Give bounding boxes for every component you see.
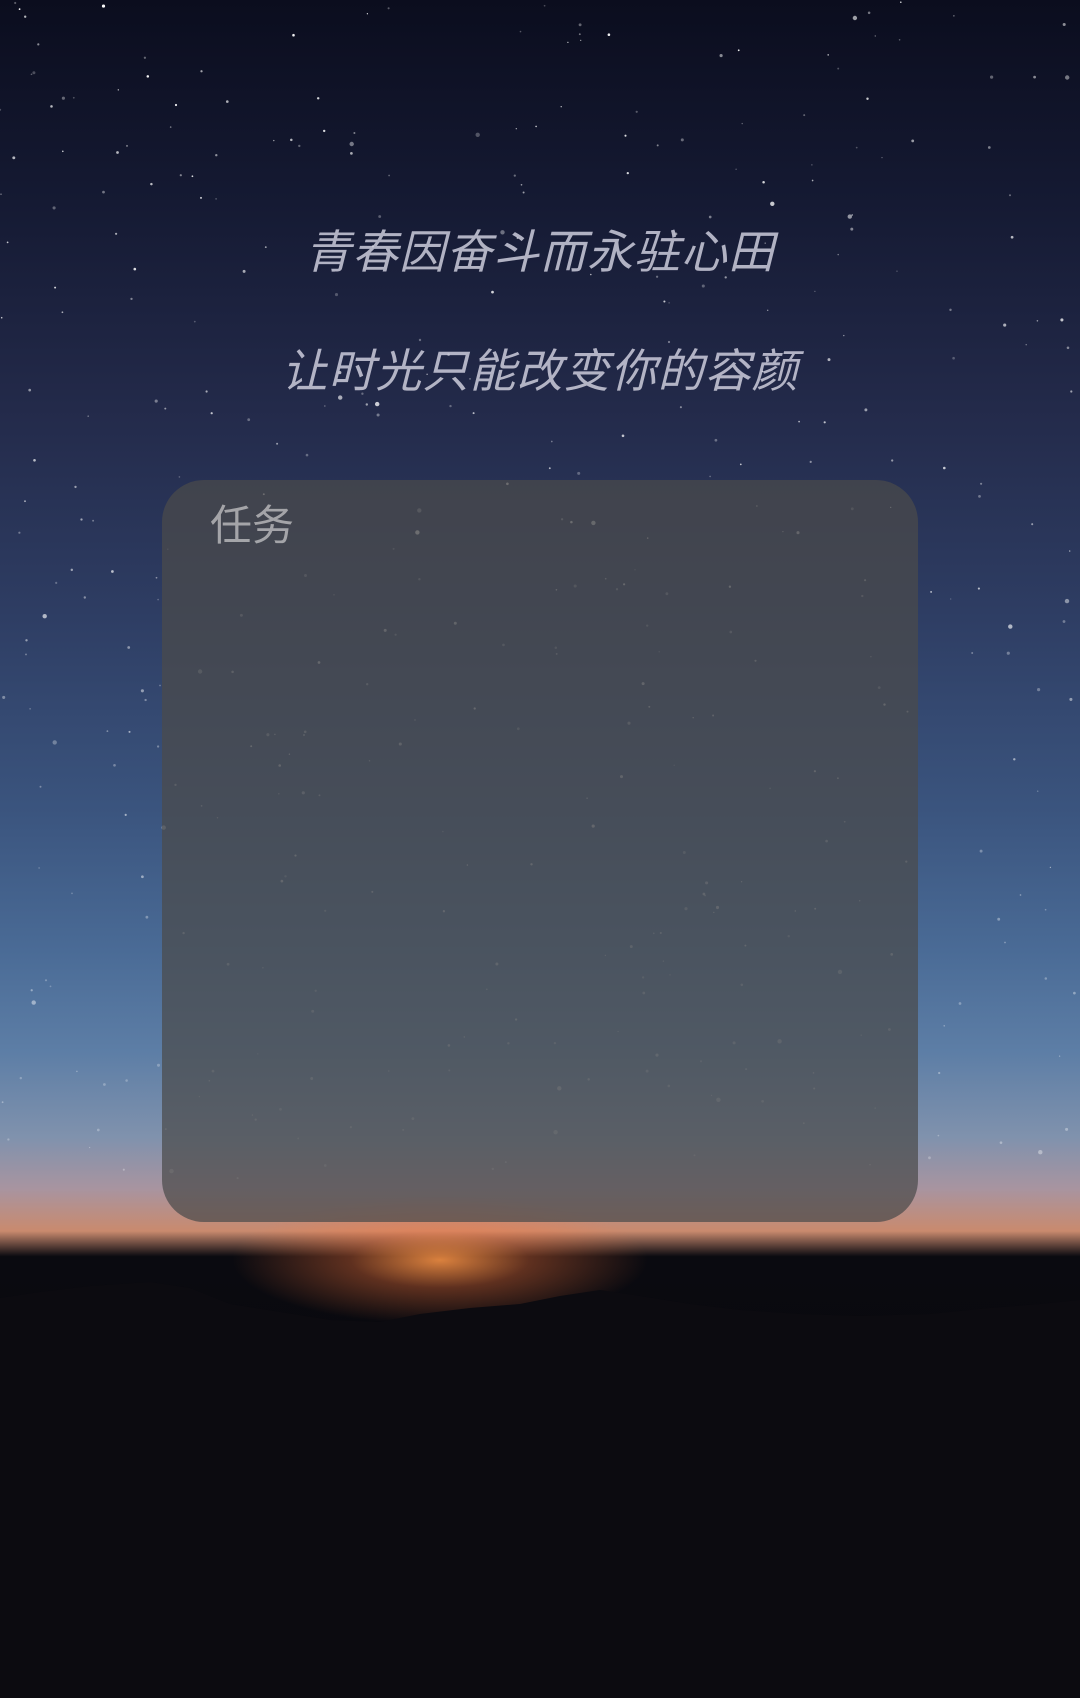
motto-line-1: 青春因奋斗而永驻心田 bbox=[305, 225, 775, 279]
task-widget[interactable]: 任务 bbox=[162, 480, 918, 1222]
wallpaper-screen: 青春因奋斗而永驻心田 让时光只能改变你的容颜 任务 bbox=[0, 0, 1080, 1698]
task-label: 任务 bbox=[210, 501, 295, 550]
motto-line-2: 让时光只能改变你的容颜 bbox=[281, 344, 799, 398]
mountain-silhouette bbox=[0, 1282, 1080, 1698]
